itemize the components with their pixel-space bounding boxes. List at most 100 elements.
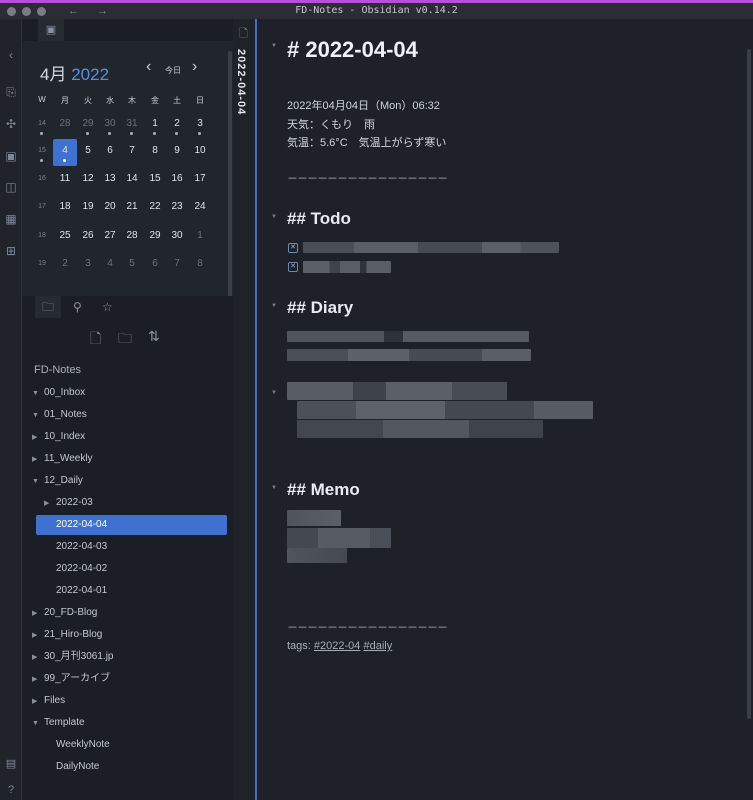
editor-scrollbar[interactable] [747, 49, 751, 719]
folder-item[interactable]: ▼ 12_Daily [32, 471, 83, 491]
blocks-icon[interactable]: ▦ [4, 212, 18, 226]
calendar-day[interactable]: 25 [54, 230, 76, 241]
todo-checkbox[interactable]: ✕ [288, 243, 298, 253]
week-number[interactable]: 15 [31, 147, 53, 154]
calendar-day[interactable]: 3 [189, 118, 211, 129]
calendar-day[interactable]: 8 [144, 145, 166, 156]
calendar-day[interactable]: 7 [166, 258, 188, 269]
calendar-day[interactable]: 15 [144, 173, 166, 184]
calendar-day[interactable]: 6 [99, 145, 121, 156]
help-icon[interactable]: ? [4, 784, 18, 796]
fold-arrow-icon[interactable]: ▼ [271, 303, 277, 309]
collapse-sidebar-icon[interactable]: ‹ [4, 48, 18, 62]
calendar-day[interactable]: 14 [121, 173, 143, 184]
calendar-day[interactable]: 1 [189, 230, 211, 241]
week-number[interactable]: 18 [31, 232, 53, 239]
calendar-day[interactable]: 27 [99, 230, 121, 241]
folder-item[interactable]: ▼ 01_Notes [32, 405, 87, 425]
calendar-day[interactable]: 5 [77, 145, 99, 156]
folder-item[interactable]: ▶ 20_FD-Blog [32, 603, 97, 623]
calendar-day[interactable]: 7 [121, 145, 143, 156]
back-arrow-icon[interactable]: ← [68, 5, 79, 17]
search-tab-icon[interactable]: ⚲ [73, 300, 82, 314]
sort-icon[interactable]: ⇅ [148, 328, 160, 345]
folder-item[interactable]: ▶ Files [32, 691, 65, 711]
file-item[interactable]: DailyNote [44, 757, 99, 777]
calendar-day[interactable]: 4 [54, 145, 76, 156]
file-item[interactable]: 2022-04-04 [44, 515, 107, 535]
folder-item[interactable]: ▼ Template [32, 713, 85, 733]
daily-note-icon[interactable]: ▣ [4, 149, 18, 163]
calendar-day[interactable]: 11 [54, 173, 76, 184]
calendar-tab-icon[interactable]: ▣ [38, 19, 64, 41]
file-item[interactable]: 2022-04-01 [44, 581, 107, 601]
folder-item[interactable]: ▶ 10_Index [32, 427, 85, 447]
calendar-day[interactable]: 4 [99, 258, 121, 269]
calendar-day[interactable]: 12 [77, 173, 99, 184]
file-explorer-tab-icon[interactable]: 🗀 [35, 296, 61, 318]
calendar-day[interactable]: 26 [77, 230, 99, 241]
prev-month-icon[interactable]: ‹ [146, 58, 151, 76]
calendar-day[interactable]: 29 [144, 230, 166, 241]
calendar-day[interactable]: 29 [77, 118, 99, 129]
calendar-day[interactable]: 6 [144, 258, 166, 269]
table-icon[interactable]: ⊞ [4, 244, 18, 258]
calendar-day[interactable]: 2 [166, 118, 188, 129]
file-item[interactable]: WeeklyNote [44, 735, 110, 755]
calendar-day[interactable]: 31 [121, 118, 143, 129]
file-item[interactable]: 2022-04-02 [44, 559, 107, 579]
open-quick-switcher-icon[interactable]: ⎘ [4, 85, 18, 99]
vault-switch-icon[interactable]: ▤ [4, 757, 18, 770]
calendar-day[interactable]: 2 [54, 258, 76, 269]
tag-link[interactable]: #daily [363, 640, 392, 652]
calendar-day[interactable]: 23 [166, 201, 188, 212]
slides-icon[interactable]: ◫ [4, 180, 18, 194]
file-item[interactable]: 2022-04-03 [44, 537, 107, 557]
minimize-window-button[interactable] [22, 6, 31, 16]
week-number[interactable]: 17 [31, 203, 53, 210]
fold-arrow-icon[interactable]: ▼ [271, 485, 277, 491]
calendar-day[interactable]: 17 [189, 173, 211, 184]
calendar-day[interactable]: 30 [99, 118, 121, 129]
graph-view-icon[interactable]: ✣ [4, 117, 18, 131]
new-note-icon[interactable]: 🗋 [90, 328, 101, 352]
folder-item[interactable]: ▶ 30_月刊3061.jp [32, 647, 114, 667]
calendar-day[interactable]: 28 [54, 118, 76, 129]
zoom-window-button[interactable] [37, 6, 46, 16]
week-number[interactable]: 16 [31, 175, 53, 182]
sidebar-scrollbar[interactable] [228, 51, 232, 311]
week-number[interactable]: 14 [31, 120, 53, 127]
week-number[interactable]: 19 [31, 260, 53, 267]
calendar-day[interactable]: 13 [99, 173, 121, 184]
calendar-day[interactable]: 8 [189, 258, 211, 269]
calendar-day[interactable]: 5 [121, 258, 143, 269]
next-month-icon[interactable]: › [192, 58, 197, 76]
fold-arrow-icon[interactable]: ▼ [271, 390, 277, 396]
fold-arrow-icon[interactable]: ▼ [271, 43, 277, 49]
fold-arrow-icon[interactable]: ▼ [271, 214, 277, 220]
calendar-day[interactable]: 1 [144, 118, 166, 129]
calendar-day[interactable]: 3 [77, 258, 99, 269]
starred-tab-icon[interactable]: ☆ [102, 300, 113, 314]
today-button[interactable]: 今日 [165, 65, 181, 76]
calendar-day[interactable]: 22 [144, 201, 166, 212]
calendar-day[interactable]: 19 [77, 201, 99, 212]
folder-item[interactable]: ▶ 99_アーカイブ [32, 669, 110, 689]
calendar-day[interactable]: 28 [121, 230, 143, 241]
note-content[interactable]: ▼ # 2022-04-04 2022年04月04日（Mon）06:32 天気：… [257, 19, 753, 800]
stacked-tab-title[interactable]: 2022-04-04 [235, 49, 247, 115]
folder-item[interactable]: ▶ 11_Weekly [32, 449, 93, 469]
forward-arrow-icon[interactable]: → [97, 5, 108, 17]
new-folder-icon[interactable]: 🗀 [118, 328, 132, 352]
calendar-day[interactable]: 20 [99, 201, 121, 212]
calendar-day[interactable]: 21 [121, 201, 143, 212]
folder-item[interactable]: ▶ 21_Hiro-Blog [32, 625, 102, 645]
tag-link[interactable]: #2022-04 [314, 640, 361, 652]
folder-item[interactable]: ▶ 2022-03 [44, 493, 93, 513]
calendar-day[interactable]: 18 [54, 201, 76, 212]
calendar-day[interactable]: 30 [166, 230, 188, 241]
calendar-day[interactable]: 16 [166, 173, 188, 184]
folder-item[interactable]: ▼ 00_Inbox [32, 383, 85, 403]
calendar-day[interactable]: 24 [189, 201, 211, 212]
calendar-day[interactable]: 9 [166, 145, 188, 156]
